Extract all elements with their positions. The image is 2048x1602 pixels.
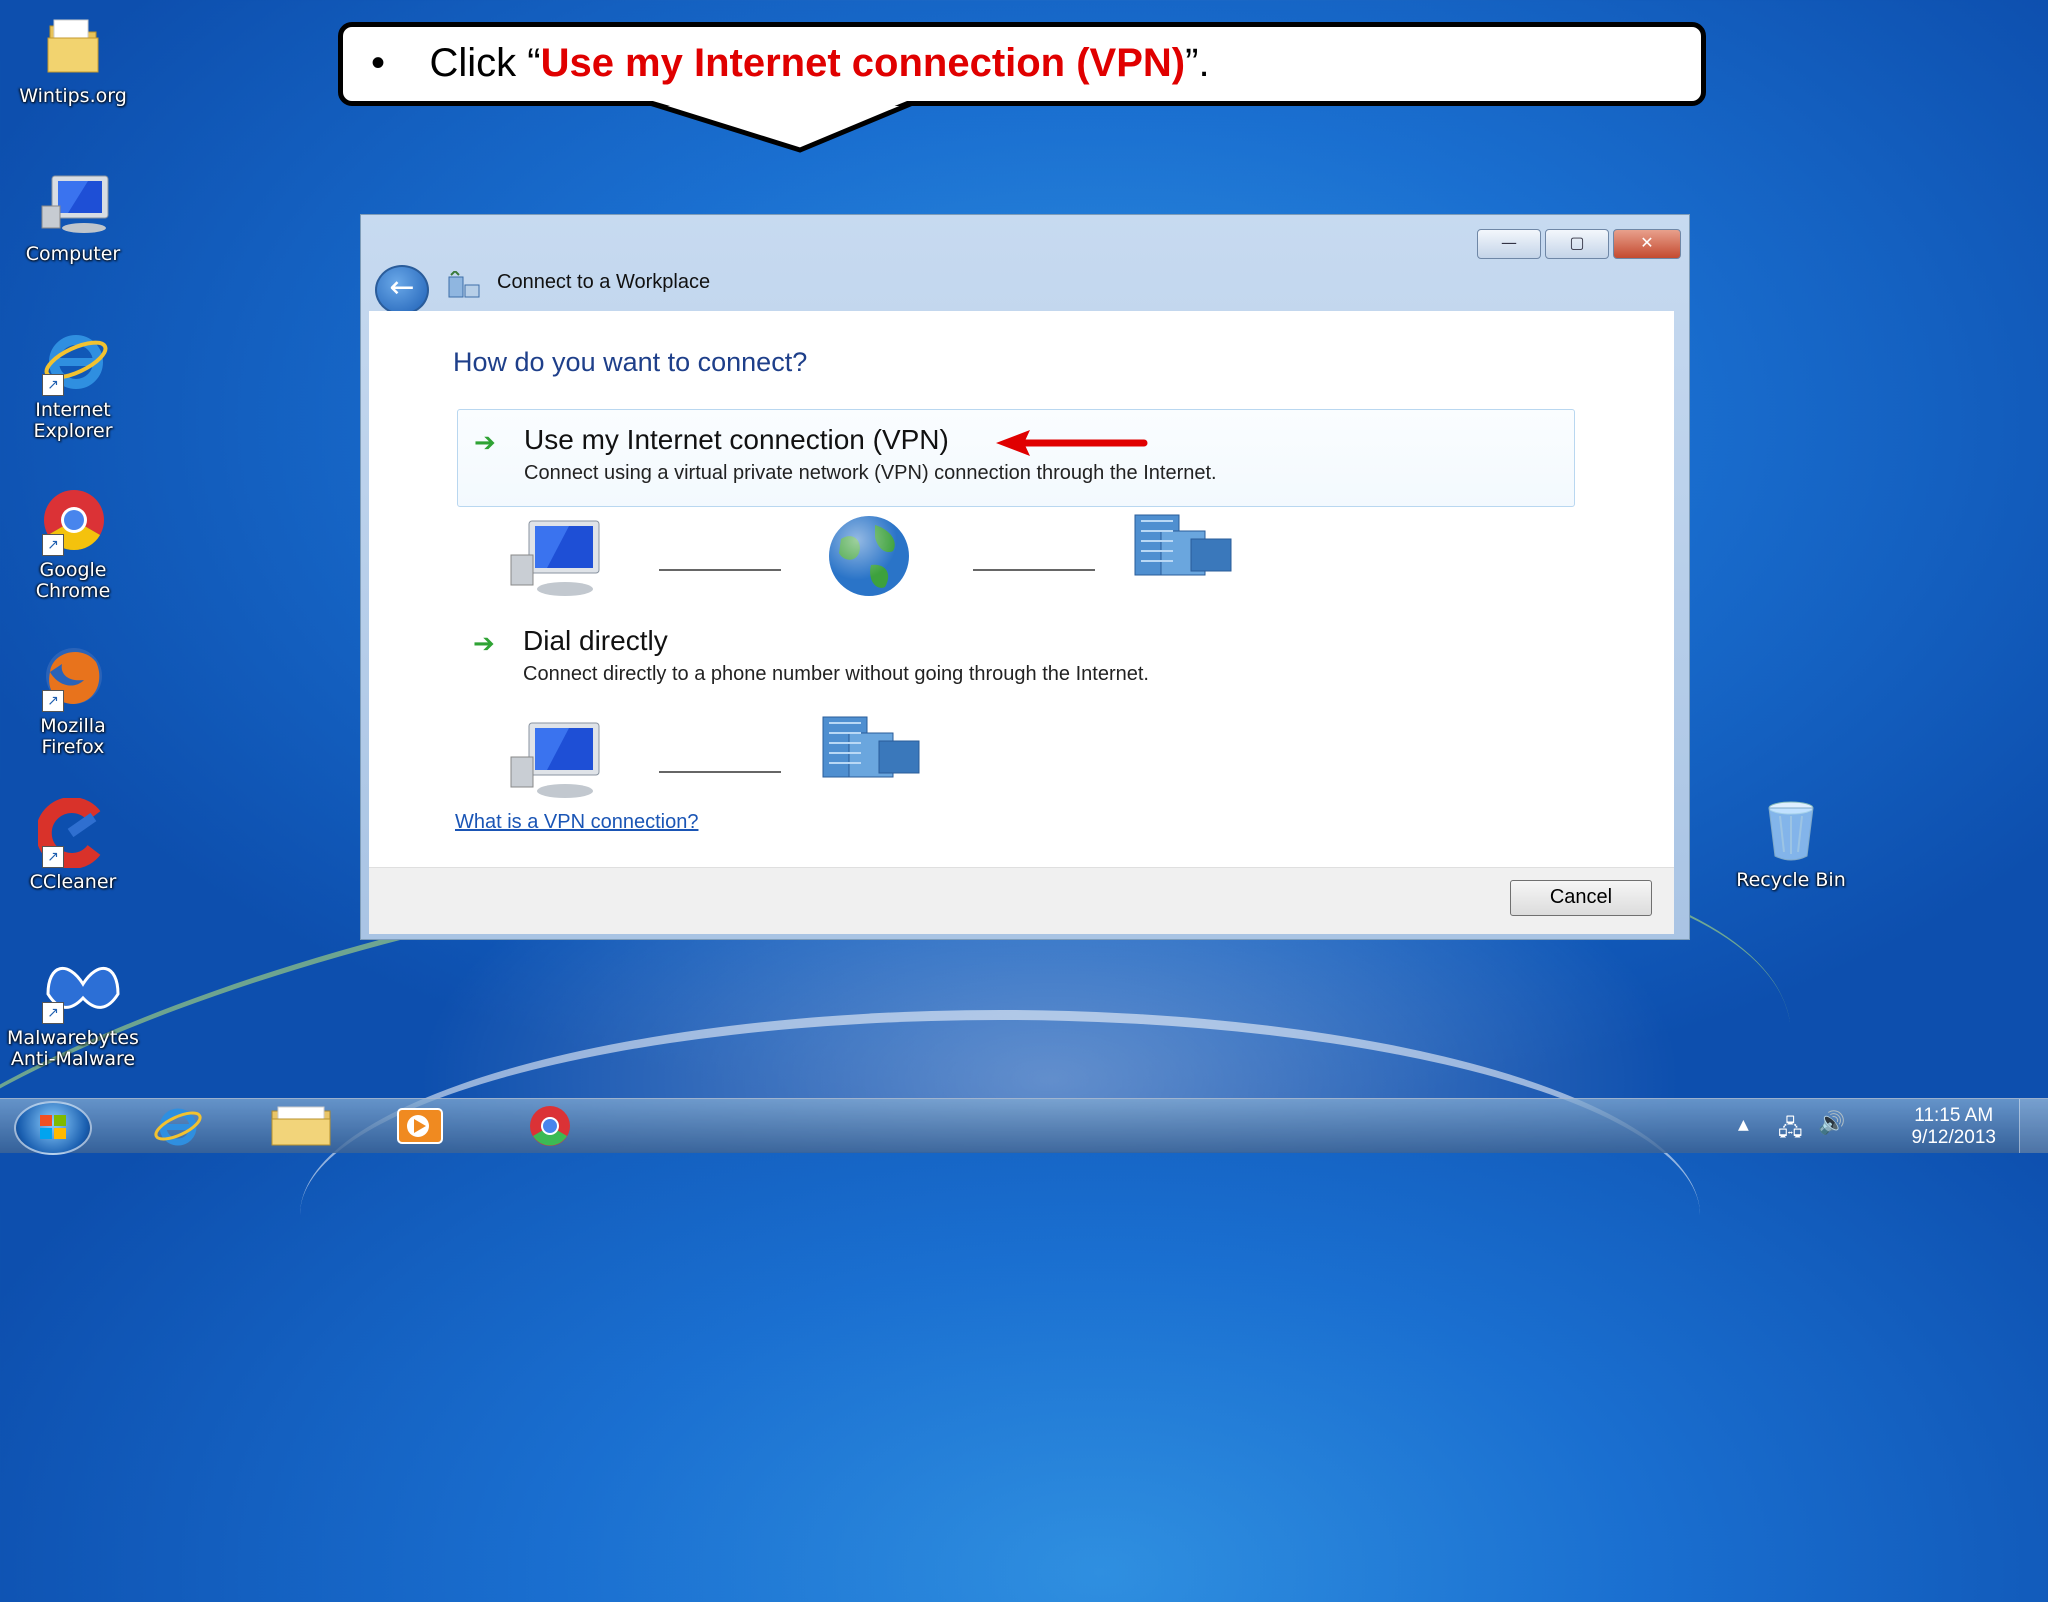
desktop-icon-ccleaner[interactable]: ↗ CCleaner [0,797,148,893]
instruction-callout: • Click “Use my Internet connection (VPN… [338,22,1706,106]
desktop-icon-label: Mozilla Firefox [40,715,106,758]
clock[interactable]: 11:15 AM 9/12/2013 [1911,1105,1996,1149]
desktop-icon-computer[interactable]: Computer [0,170,148,265]
shortcut-arrow-icon: ↗ [42,846,64,868]
chrome-icon: ↗ [38,486,108,556]
media-player-icon[interactable] [390,1103,450,1149]
minimize-button[interactable]: — [1477,229,1541,259]
desktop-icon-recycle-bin[interactable]: Recycle Bin [1716,796,1866,891]
connection-line [659,771,781,773]
internet-explorer-icon: ↗ [38,326,108,396]
callout-bullet: • [371,41,386,85]
desktop-icon-internet-explorer[interactable]: ↗ Internet Explorer [0,326,148,442]
callout-text: • Click “Use my Internet connection (VPN… [371,41,1210,86]
desktop-icon-label: Internet Explorer [33,399,113,442]
close-button[interactable]: ✕ [1613,229,1681,259]
connection-line [659,569,781,571]
maximize-button[interactable]: ▢ [1545,229,1609,259]
wallpaper-glow [300,1010,1700,1420]
shortcut-arrow-icon: ↗ [42,374,64,396]
windows-logo-icon [40,1115,66,1139]
desktop-icon-label: CCleaner [29,871,117,893]
desktop-icon-label: Recycle Bin [1736,869,1846,891]
firefox-icon: ↗ [38,642,108,712]
start-button[interactable] [14,1101,92,1155]
option-description: Connect directly to a phone number witho… [523,663,1149,685]
desktop-icon-malwarebytes[interactable]: ↗ Malwarebytes Anti-Malware [0,954,148,1070]
system-tray: ▲ 🖧 🔊 11:15 AM 9/12/2013 [1718,1099,2048,1153]
dialog-title: Connect to a Workplace [497,271,711,293]
workplace-building-icon [1131,511,1235,585]
internet-explorer-icon[interactable] [146,1103,206,1149]
connection-line [973,569,1095,571]
back-button[interactable]: ← [375,265,429,315]
shortcut-arrow-icon: ↗ [42,1002,64,1024]
option-description: Connect using a virtual private network … [524,462,1217,484]
computer-icon [38,170,109,240]
dialog-titlebar: — ▢ ✕ ← Connect to a Workplace [361,215,1689,315]
desktop-icon-label: Google Chrome [35,559,111,602]
file-explorer-icon[interactable] [266,1103,331,1149]
clock-time: 11:15 AM [1914,1105,1994,1126]
red-pointer-arrow-icon [996,430,1148,456]
network-icon[interactable]: 🖧 [1778,1111,1803,1149]
desktop-icon-chrome[interactable]: ↗ Google Chrome [0,486,148,602]
dialog-footer: Cancel [369,867,1674,934]
show-hidden-icons-chevron-icon[interactable]: ▲ [1738,1117,1749,1133]
desktop-icon-label: Malwarebytes Anti-Malware [7,1027,139,1070]
option-use-internet-vpn[interactable]: ➔ Use my Internet connection (VPN) Conne… [457,409,1575,507]
globe-icon [819,511,919,605]
taskbar: ▲ 🖧 🔊 11:15 AM 9/12/2013 [0,1098,2048,1155]
dialog-content: How do you want to connect? ➔ Use my Int… [369,311,1674,867]
callout-suffix: ”. [1185,41,1210,85]
computer-diagram-icon [507,717,607,807]
workplace-building-icon [819,713,923,787]
volume-icon[interactable]: 🔊 [1818,1111,1845,1136]
malwarebytes-icon: ↗ [38,954,120,1024]
callout-prefix: Click “ [429,41,541,85]
green-arrow-icon: ➔ [473,629,495,659]
show-desktop-button[interactable] [2019,1099,2048,1153]
shortcut-arrow-icon: ↗ [42,534,64,556]
desktop-icon-label: Computer [25,243,121,265]
computer-diagram-icon [507,515,607,605]
option-title: Use my Internet connection (VPN) [524,424,949,455]
dialog-heading: How do you want to connect? [453,347,808,377]
chrome-icon[interactable] [520,1103,580,1149]
shortcut-arrow-icon: ↗ [42,690,64,712]
workplace-wizard-icon [447,269,481,301]
green-arrow-icon: ➔ [474,428,496,458]
option-title: Dial directly [523,625,668,656]
desktop-icon-firefox[interactable]: ↗ Mozilla Firefox [0,642,148,758]
callout-highlight: Use my Internet connection (VPN) [540,41,1186,85]
cancel-button[interactable]: Cancel [1510,880,1652,916]
clock-date: 9/12/2013 [1911,1127,1996,1148]
option-dial-directly[interactable]: ➔ Dial directly Connect directly to a ph… [457,611,1573,691]
connect-to-workplace-dialog: — ▢ ✕ ← Connect to a Workplace How do yo… [360,214,1690,940]
recycle-bin-icon [1756,796,1826,866]
ccleaner-icon: ↗ [35,797,108,869]
what-is-vpn-link[interactable]: What is a VPN connection? [455,811,698,834]
